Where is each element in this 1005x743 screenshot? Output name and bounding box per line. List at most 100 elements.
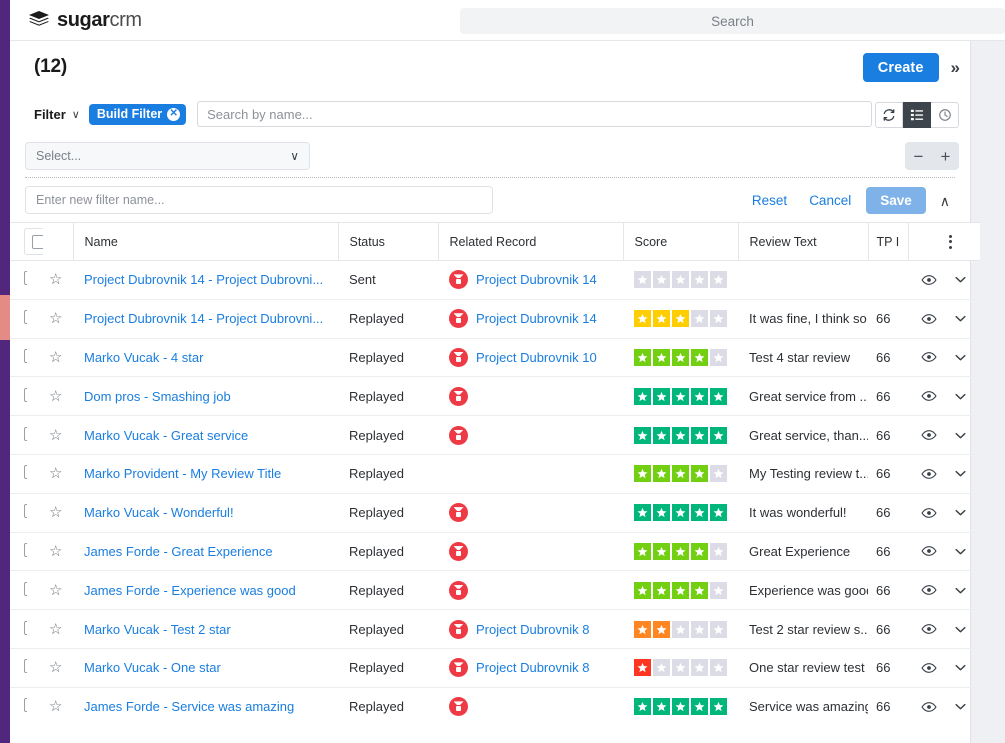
table-row[interactable]: ☆ James Forde - Experience was good Replay… xyxy=(10,570,980,610)
expand-row-button[interactable] xyxy=(953,544,968,559)
collapse-filter-icon[interactable]: ∧ xyxy=(926,194,959,208)
column-header-related-record[interactable]: Related Record xyxy=(437,222,623,261)
search-by-name-input[interactable] xyxy=(197,101,873,127)
preview-button[interactable] xyxy=(920,582,937,598)
table-row[interactable]: ☆ Marko Provident - My Review Title Replay… xyxy=(10,453,980,494)
record-name-link[interactable]: Marko Provident - My Review Title xyxy=(84,466,281,481)
table-row[interactable]: ☆ Project Dubrovnik 14 - Project Dubrovni… xyxy=(10,261,980,300)
favorite-star-icon[interactable]: ☆ xyxy=(49,349,62,366)
favorite-star-icon[interactable]: ☆ xyxy=(49,698,62,715)
more-actions-icon[interactable]: » xyxy=(951,59,960,76)
preview-button[interactable] xyxy=(920,272,937,288)
favorite-star-icon[interactable]: ☆ xyxy=(49,621,62,638)
table-row[interactable]: ☆ Marko Vucak - One star Replayed Project D… xyxy=(10,647,980,688)
favorite-star-icon[interactable]: ☆ xyxy=(49,465,62,482)
expand-row-button[interactable] xyxy=(953,583,968,598)
record-name-link[interactable]: Project Dubrovnik 14 - Project Dubrovni.… xyxy=(84,272,323,287)
preview-button[interactable] xyxy=(920,466,937,482)
remove-condition-button[interactable]: − xyxy=(905,142,932,170)
record-name-link[interactable]: Marko Vucak - Test 2 star xyxy=(84,622,231,637)
related-record-link[interactable]: Project Dubrovnik 14 xyxy=(476,311,597,326)
record-name-link[interactable]: James Forde - Experience was good xyxy=(84,583,296,598)
column-header-name[interactable]: Name xyxy=(72,222,338,261)
table-row[interactable]: ☆ Marko Vucak - Great service Replayed Grea… xyxy=(10,415,980,455)
favorite-star-icon[interactable]: ☆ xyxy=(49,543,62,560)
related-record-link[interactable]: Project Dubrovnik 14 xyxy=(476,272,597,287)
expand-row-button[interactable] xyxy=(953,389,968,404)
column-header-review-text[interactable]: Review Text xyxy=(737,222,868,261)
row-checkbox[interactable] xyxy=(24,348,27,363)
table-row[interactable]: ☆ Marko Vucak - 4 star Replayed Project Dub… xyxy=(10,337,980,377)
table-row[interactable]: ☆ James Forde - Service was amazing Replay… xyxy=(10,686,980,727)
column-header-status[interactable]: Status xyxy=(337,222,438,261)
preview-button[interactable] xyxy=(920,621,937,637)
close-icon[interactable]: ✕ xyxy=(167,107,181,121)
filter-name-input[interactable] xyxy=(25,186,493,214)
table-row[interactable]: ☆ Marko Vucak - Wonderful! Replayed It was … xyxy=(10,492,980,533)
preview-button[interactable] xyxy=(920,699,937,715)
record-name-link[interactable]: Marko Vucak - 4 star xyxy=(84,350,203,365)
create-button[interactable]: Create xyxy=(862,53,939,82)
record-name-link[interactable]: Marko Vucak - One star xyxy=(84,660,221,675)
favorite-star-icon[interactable]: ☆ xyxy=(49,271,62,288)
row-checkbox[interactable] xyxy=(24,659,27,674)
select-all-checkbox[interactable] xyxy=(32,234,43,249)
column-header-tp[interactable]: TP I xyxy=(867,222,908,261)
record-name-link[interactable]: Project Dubrovnik 14 - Project Dubrovni.… xyxy=(84,311,323,326)
expand-row-button[interactable] xyxy=(953,350,968,365)
related-record-link[interactable]: Project Dubrovnik 10 xyxy=(476,350,597,365)
table-row[interactable]: ☆ Marko Vucak - Test 2 star Replayed Projec… xyxy=(10,609,980,649)
row-checkbox[interactable] xyxy=(24,504,27,519)
row-checkbox[interactable] xyxy=(24,542,27,557)
recently-viewed-button[interactable] xyxy=(931,102,959,128)
preview-button[interactable] xyxy=(920,349,937,365)
row-checkbox[interactable] xyxy=(24,465,27,480)
record-name-link[interactable]: James Forde - Service was amazing xyxy=(84,699,294,714)
expand-row-button[interactable] xyxy=(953,660,968,675)
filter-field-select[interactable]: Select... ∨ xyxy=(25,142,310,170)
add-condition-button[interactable]: + xyxy=(932,142,959,170)
expand-row-button[interactable] xyxy=(953,466,968,481)
preview-button[interactable] xyxy=(920,505,937,521)
sugarcrm-logo[interactable]: sugarcrm xyxy=(28,10,142,30)
reset-filter-button[interactable]: Reset xyxy=(741,193,798,208)
preview-button[interactable] xyxy=(920,427,937,443)
favorite-star-icon[interactable]: ☆ xyxy=(49,310,62,327)
expand-row-button[interactable] xyxy=(953,505,968,520)
row-checkbox[interactable] xyxy=(24,426,27,441)
save-filter-button[interactable]: Save xyxy=(866,187,926,214)
favorite-star-icon[interactable]: ☆ xyxy=(49,582,62,599)
global-search-input[interactable] xyxy=(460,8,1005,34)
favorite-star-icon[interactable]: ☆ xyxy=(49,388,62,405)
record-name-link[interactable]: Marko Vucak - Great service xyxy=(84,428,248,443)
filter-dropdown[interactable]: Filter ∨ xyxy=(34,107,80,122)
table-row[interactable]: ☆ Dom pros - Smashing job Replayed Great se… xyxy=(10,376,980,416)
record-name-link[interactable]: James Forde - Great Experience xyxy=(84,544,273,559)
favorite-star-icon[interactable]: ☆ xyxy=(49,659,62,676)
related-record-link[interactable]: Project Dubrovnik 8 xyxy=(476,622,589,637)
row-checkbox[interactable] xyxy=(24,310,27,325)
record-name-link[interactable]: Marko Vucak - Wonderful! xyxy=(84,505,234,520)
row-checkbox[interactable] xyxy=(24,581,27,596)
row-checkbox[interactable] xyxy=(24,698,27,713)
favorite-star-icon[interactable]: ☆ xyxy=(49,504,62,521)
table-row[interactable]: ☆ Project Dubrovnik 14 - Project Dubrovni… xyxy=(10,298,980,339)
expand-row-button[interactable] xyxy=(953,699,968,714)
expand-row-button[interactable] xyxy=(953,622,968,637)
table-row[interactable]: ☆ James Forde - Great Experience Replayed G… xyxy=(10,531,980,571)
related-record-link[interactable]: Project Dubrovnik 8 xyxy=(476,660,589,675)
favorite-star-icon[interactable]: ☆ xyxy=(49,427,62,444)
expand-row-button[interactable] xyxy=(953,428,968,443)
expand-row-button[interactable] xyxy=(953,272,968,287)
preview-button[interactable] xyxy=(920,543,937,559)
preview-button[interactable] xyxy=(920,388,937,404)
preview-button[interactable] xyxy=(920,660,937,676)
column-chooser-icon[interactable] xyxy=(909,234,980,249)
expand-row-button[interactable] xyxy=(953,311,968,326)
cancel-filter-button[interactable]: Cancel xyxy=(798,193,862,208)
refresh-button[interactable] xyxy=(875,102,903,128)
preview-button[interactable] xyxy=(920,311,937,327)
column-header-score[interactable]: Score xyxy=(622,222,738,261)
row-checkbox[interactable] xyxy=(24,620,27,635)
build-filter-pill[interactable]: Build Filter ✕ xyxy=(88,103,187,125)
